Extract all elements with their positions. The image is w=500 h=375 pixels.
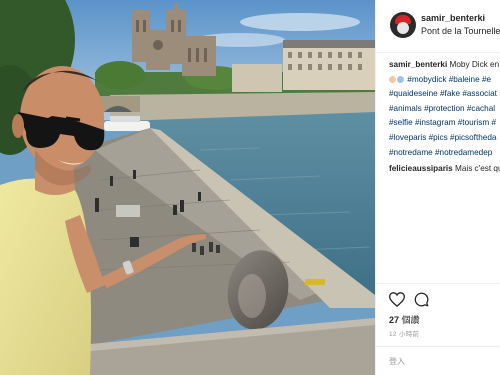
comment-username-link[interactable]: felicieaussiparis [389,164,453,173]
hashtag-link[interactable]: #notredamedep [435,148,492,157]
hashtag-link[interactable]: #selfie [389,118,413,127]
likes-count[interactable]: 27 個讚 [389,313,420,326]
caption-line-4: #animals #protection #cachal [389,102,500,117]
post-timestamp: 12 小時前 [389,331,420,338]
hashtag-link[interactable]: #protection [424,104,465,113]
caption-text: Moby Dick en [449,60,500,69]
emoji-icon [397,75,404,83]
login-bar: 登入 [376,346,500,375]
login-link[interactable]: 登入 [389,356,405,367]
avatar-face-shape [397,22,409,34]
caption-line-1: samir_benterki Moby Dick en [389,58,500,73]
hashtag-link[interactable]: #quaideseine [389,89,438,98]
hashtag-link[interactable]: #pics [429,133,448,142]
hashtag-link[interactable]: #cachal [467,104,495,113]
heart-icon[interactable] [389,292,405,307]
hashtag-link[interactable]: #associat [462,89,497,98]
caption-line-3: #quaideseine #fake #associat [389,87,500,102]
comments-list: samir_benterki Moby Dick en #mobydick #b… [389,58,500,177]
caption-line-5: #selfie #instagram #tourism # [389,116,500,131]
hashtag-link[interactable]: #animals [389,104,422,113]
hashtag-link[interactable]: #instagram [415,118,456,127]
hashtag-link[interactable]: #e [482,75,491,84]
hashtag-link[interactable]: #baleine [449,75,480,84]
caption-line-6: #loveparis #pics #picsoftheda [389,131,500,146]
caption-username-link[interactable]: samir_benterki [389,60,447,69]
likes-number: 27 [389,315,400,325]
emoji-icon [389,75,396,83]
post-location-link[interactable]: Pont de la Tournelle [421,26,500,36]
hashtag-link[interactable]: # [491,118,496,127]
hashtag-link[interactable]: #tourism [458,118,489,127]
hashtag-link[interactable]: #mobydick [407,75,446,84]
avatar[interactable] [390,12,416,38]
instagram-post-view: samir_benterki Pont de la Tournelle sami… [0,0,500,375]
comment-line: felicieaussiparis Mais c'est qu [389,162,500,177]
caption-line-2: #mobydick #baleine #e [389,73,500,88]
likes-label: 個讚 [401,315,420,325]
comment-bubble-icon[interactable] [414,292,429,307]
hashtag-link[interactable]: #fake [440,89,460,98]
hashtag-link[interactable]: #notredame [389,148,433,157]
caption-line-7: #notredame #notredamedep [389,146,500,161]
post-username-link[interactable]: samir_benterki [421,13,485,23]
post-photo[interactable] [0,0,375,375]
photo-scene [0,0,375,375]
post-side-panel: samir_benterki Pont de la Tournelle sami… [375,0,500,375]
post-header: samir_benterki Pont de la Tournelle [376,0,500,53]
hashtag-link[interactable]: #picsoftheda [450,133,496,142]
post-actions: 27 個讚 12 小時前 登入 [376,283,500,375]
comment-text: Mais c'est qu [455,164,500,174]
hashtag-link[interactable]: #loveparis [389,133,426,142]
